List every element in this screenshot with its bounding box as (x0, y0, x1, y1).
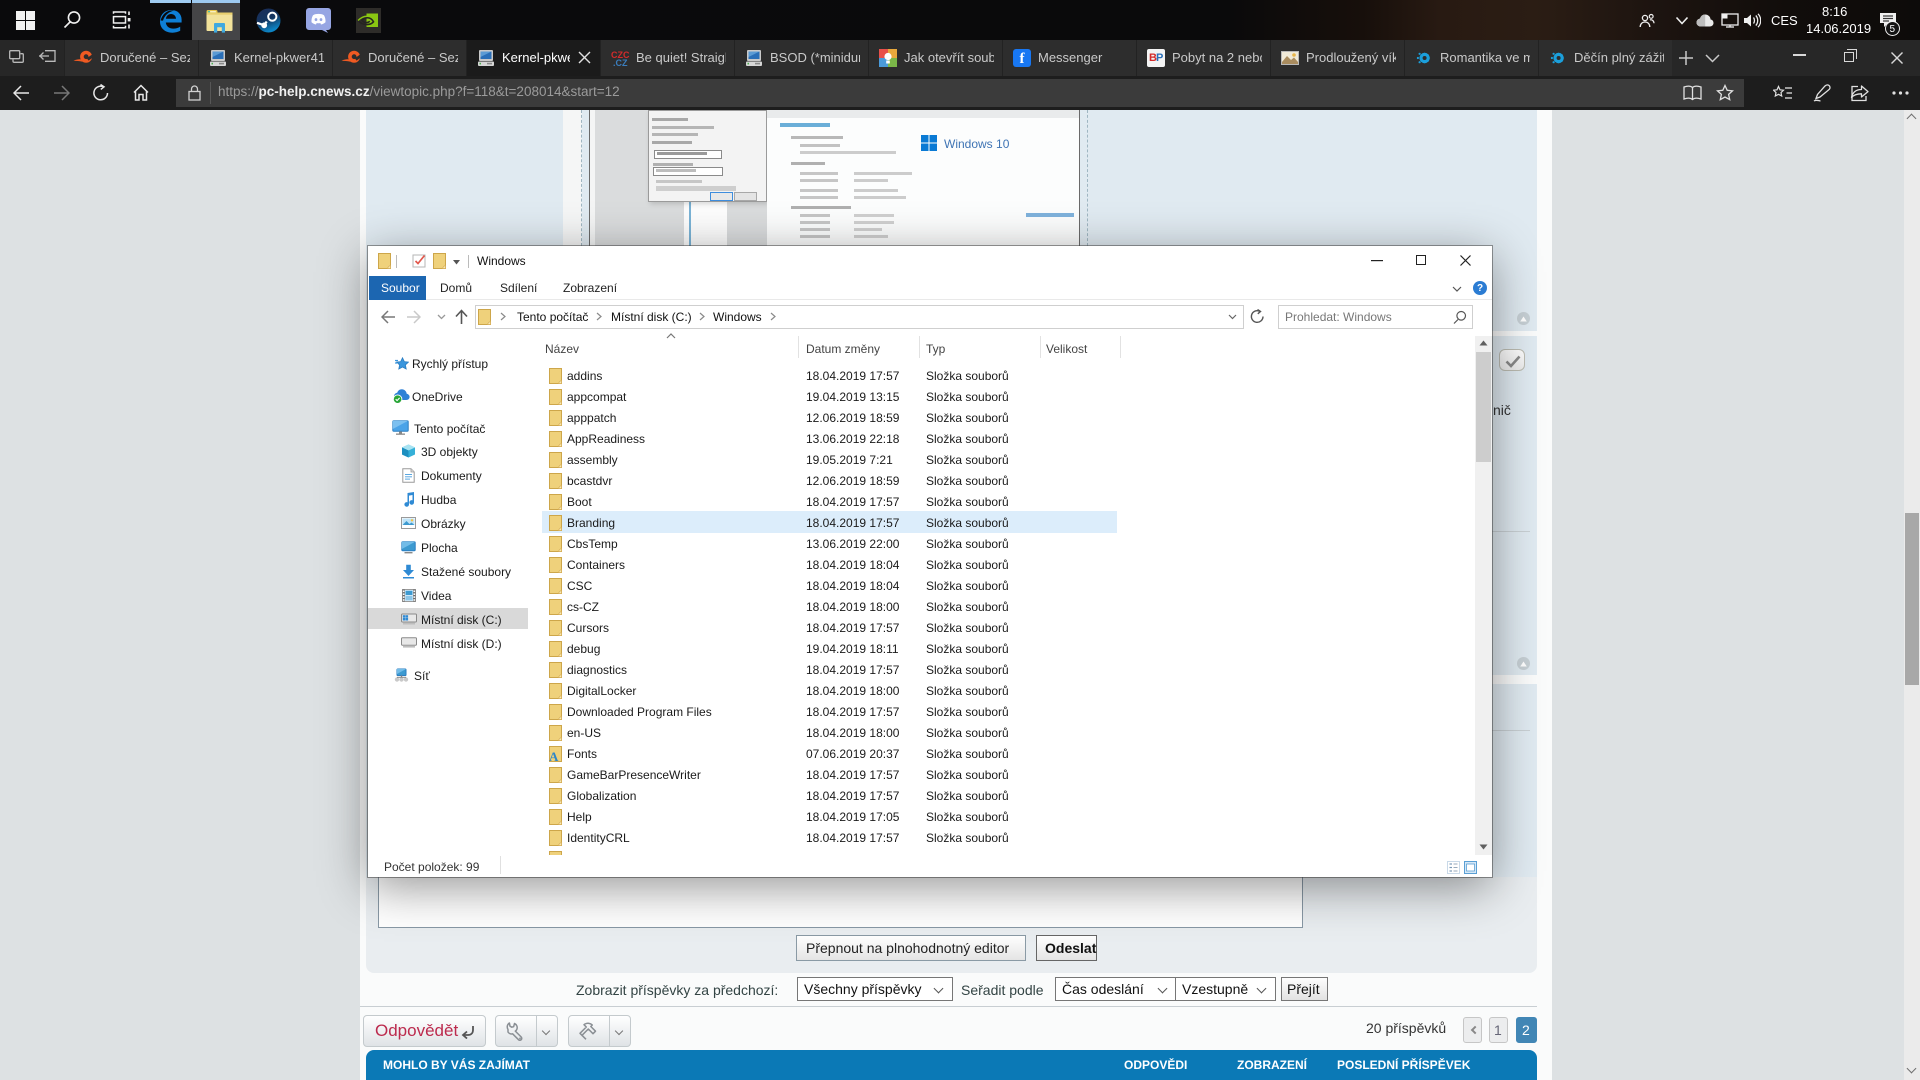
svg-text:A: A (549, 749, 559, 762)
